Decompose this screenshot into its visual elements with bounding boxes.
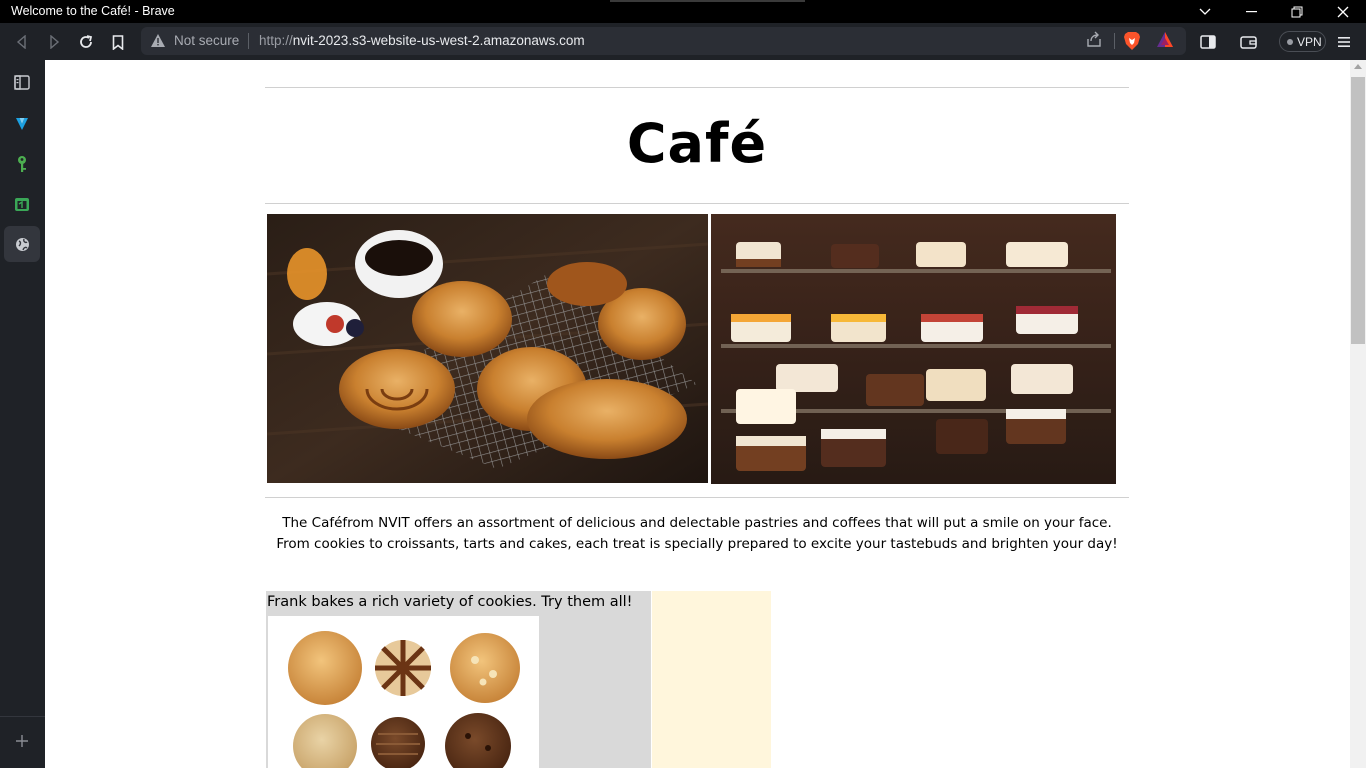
browser-sidebar (0, 60, 45, 768)
minimize-icon (1245, 10, 1257, 12)
cookies-caption: Frank bakes a rich variety of cookies. T… (267, 594, 633, 610)
forward-button[interactable] (41, 29, 67, 55)
sidebar-item-calendar[interactable] (4, 186, 40, 222)
horizontal-rule (265, 497, 1129, 498)
browser-toolbar: Not secure http://nvit-2023.s3-website-u… (0, 23, 1366, 60)
address-bar[interactable]: Not secure http://nvit-2023.s3-website-u… (141, 27, 1186, 55)
window-drag-handle[interactable] (610, 0, 805, 2)
brave-rewards-button[interactable] (1156, 31, 1174, 52)
tab-search-button[interactable] (1182, 0, 1228, 23)
warning-icon[interactable] (150, 33, 166, 48)
vpn-button[interactable]: VPN (1279, 31, 1326, 52)
sidebar-panel-icon (14, 74, 30, 90)
bookmark-icon (112, 34, 124, 50)
close-button[interactable] (1320, 0, 1366, 23)
window-titlebar: Welcome to the Café! - Brave (0, 0, 1366, 23)
back-arrow-icon (16, 35, 26, 49)
url-text[interactable]: http://nvit-2023.s3-website-us-west-2.am… (259, 33, 585, 48)
vpn-label: VPN (1297, 34, 1322, 49)
v-logo-icon (16, 118, 28, 130)
pastries-coffee-image (267, 214, 708, 483)
brave-shields-button[interactable] (1123, 31, 1141, 55)
sidebar-add-button[interactable] (4, 723, 40, 759)
sidebar-item-keys[interactable] (4, 146, 40, 182)
cookies-section: Frank bakes a rich variety of cookies. T… (266, 591, 651, 768)
restore-button[interactable] (1274, 0, 1320, 23)
hamburger-menu-icon (1338, 37, 1350, 47)
cookies-image (268, 616, 539, 768)
cafe-description: The Caféfrom NVIT offers an assortment o… (276, 515, 1118, 552)
sidebar-item-reading-list[interactable] (4, 64, 40, 100)
bat-triangle-icon (1157, 32, 1173, 47)
close-icon (1337, 6, 1349, 17)
horizontal-rule (265, 87, 1129, 88)
sidebar-item-web[interactable] (4, 226, 40, 262)
back-button[interactable] (9, 29, 35, 55)
scroll-up-arrow-icon[interactable] (1354, 64, 1362, 69)
share-button[interactable] (1085, 31, 1103, 53)
bookmark-button[interactable] (105, 29, 131, 55)
sidebar-panel-icon (1200, 35, 1216, 49)
restore-icon (1291, 6, 1303, 17)
vpn-status-icon (1287, 38, 1293, 45)
web-page: Café The Caféfrom NVIT offers an assortm… (45, 60, 1350, 768)
key-icon (18, 156, 26, 172)
sidebar-toggle-button[interactable] (1195, 29, 1221, 55)
divider (1114, 33, 1115, 49)
scrollbar-thumb[interactable] (1351, 77, 1365, 344)
url-host: nvit-2023.s3-website-us-west-2.amazonaws… (292, 33, 585, 48)
main-menu-button[interactable] (1331, 29, 1357, 55)
forward-arrow-icon (50, 35, 60, 49)
calendar-icon (15, 198, 29, 211)
globe-icon (15, 237, 29, 251)
horizontal-rule (265, 203, 1129, 204)
wallet-icon (1239, 36, 1257, 49)
wallet-button[interactable] (1235, 29, 1261, 55)
brave-lion-icon (1124, 32, 1140, 50)
featured-panel (652, 591, 771, 768)
page-title: Café (626, 112, 768, 175)
minimize-button[interactable] (1228, 0, 1274, 23)
security-label[interactable]: Not secure (174, 33, 239, 48)
page-scrollbar[interactable] (1350, 60, 1366, 768)
url-scheme: http:// (259, 33, 293, 48)
divider (0, 716, 45, 717)
divider (248, 33, 249, 49)
sidebar-item-vivaldi[interactable] (4, 106, 40, 142)
reload-button[interactable] (73, 29, 99, 55)
reload-icon (80, 35, 93, 48)
plus-icon (16, 735, 28, 747)
share-icon (1087, 31, 1101, 47)
chevron-down-icon (1199, 8, 1211, 15)
cakes-display-image (711, 214, 1116, 484)
window-title: Welcome to the Café! - Brave (11, 4, 175, 18)
